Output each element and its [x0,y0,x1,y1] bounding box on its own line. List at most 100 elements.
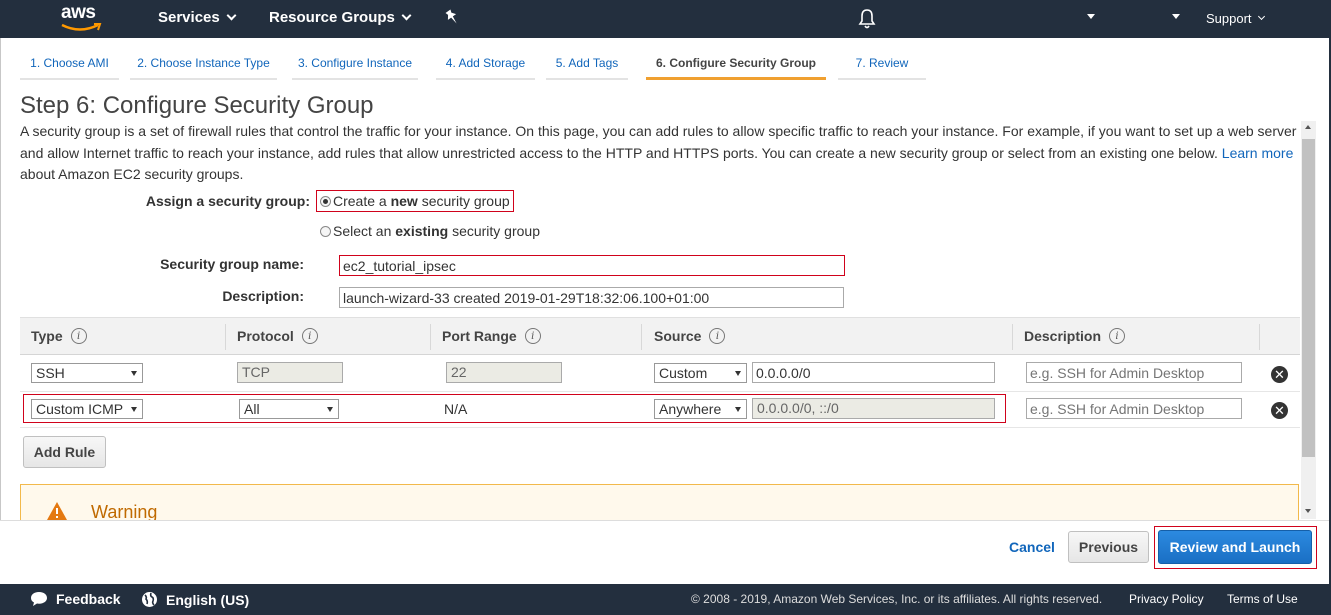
review-and-launch-button[interactable]: Review and Launch [1158,530,1312,564]
feedback-link[interactable]: Feedback [30,591,121,607]
services-menu[interactable]: Services [158,9,237,26]
resource-groups-menu[interactable]: Resource Groups [269,9,412,26]
option-existing-bold: existing [395,223,449,239]
globe-icon [142,592,157,607]
option-existing-suffix: security group [452,223,540,239]
dropdown-arrow-icon [131,371,137,376]
type-select[interactable]: Custom ICMP [31,399,143,419]
services-label: Services [158,9,220,26]
feedback-label: Feedback [56,591,121,607]
account-dropdown-icon[interactable] [1087,14,1095,19]
rule-description-input[interactable] [1026,398,1242,419]
remove-rule-icon[interactable]: ✕ [1271,366,1288,383]
description-tail: about Amazon EC2 security groups. [20,166,244,182]
dropdown-arrow-icon [735,371,741,376]
type-select[interactable]: SSH [31,363,143,383]
radio-create-new-group[interactable]: Create a new security group [316,190,514,212]
warning-box: Warning [20,484,1299,521]
dropdown-arrow-icon [131,407,137,412]
header-description: Description i [1024,328,1126,344]
column-divider [430,324,431,350]
protocol-readonly: TCP [237,362,343,383]
scroll-down-arrow-icon[interactable] [1305,509,1311,513]
column-divider [641,324,642,350]
terms-of-use-link[interactable]: Terms of Use [1227,592,1298,606]
source-cidr-readonly: 0.0.0.0/0, ::/0 [752,398,995,419]
security-group-name-input[interactable] [339,255,845,276]
type-select-value: SSH [36,365,65,381]
pin-icon[interactable] [444,8,460,28]
page-border-left [0,38,1,584]
tab-review[interactable]: 7. Review [838,52,926,80]
header-description-label: Description [1024,328,1102,344]
region-dropdown-icon[interactable] [1172,14,1180,19]
page-description: A security group is a set of firewall ru… [20,121,1310,186]
header-source: Source i [654,328,726,344]
support-menu[interactable]: Support [1206,11,1265,26]
dropdown-arrow-icon [735,407,741,412]
radio-select-existing-group[interactable]: Select an existing security group [320,221,540,241]
row-divider [20,427,1300,428]
option-new-suffix: security group [421,193,510,209]
option-new-bold: new [390,193,418,209]
option-new-prefix: Create a [333,193,387,209]
info-icon[interactable]: i [70,328,87,344]
resource-groups-label: Resource Groups [269,9,395,26]
scrollbar-thumb[interactable] [1302,139,1315,457]
footer: Feedback English (US) © 2008 - 2019, Ama… [0,584,1331,615]
description-input[interactable] [339,287,844,308]
description-text: A security group is a set of firewall ru… [20,123,1297,161]
scroll-up-arrow-icon[interactable] [1305,125,1311,129]
privacy-policy-link[interactable]: Privacy Policy [1129,592,1204,606]
tab-choose-ami[interactable]: 1. Choose AMI [20,52,119,80]
tab-add-tags[interactable]: 5. Add Tags [546,52,628,80]
page-title: Step 6: Configure Security Group [20,92,374,119]
tab-choose-instance-type[interactable]: 2. Choose Instance Type [130,52,277,80]
info-icon[interactable]: i [709,328,726,344]
remove-rule-icon[interactable]: ✕ [1271,402,1288,419]
chevron-down-icon [226,10,237,21]
header-source-label: Source [654,328,702,344]
tab-add-storage[interactable]: 4. Add Storage [436,52,535,80]
add-rule-button[interactable]: Add Rule [23,436,106,468]
radio-button-unselected[interactable] [320,225,331,237]
assign-security-group-label: Assign a security group: [145,193,310,209]
chevron-down-icon [401,10,412,21]
warning-icon [47,502,67,520]
source-mode-value: Custom [659,365,708,381]
tab-configure-security-group[interactable]: 6. Configure Security Group [646,52,826,80]
aws-logo[interactable]: aws [60,2,104,36]
protocol-select[interactable]: All [239,399,339,419]
previous-button[interactable]: Previous [1068,531,1149,563]
speech-bubble-icon [31,592,47,606]
header-protocol: Protocol i [237,328,318,344]
cancel-link[interactable]: Cancel [1009,539,1055,555]
source-cidr-input[interactable] [752,362,995,383]
dropdown-arrow-icon [327,407,333,412]
copyright-text: © 2008 - 2019, Amazon Web Services, Inc.… [691,592,1103,606]
header-type: Type i [31,328,87,344]
source-mode-select[interactable]: Anywhere [654,399,747,419]
port-range-text: N/A [444,401,468,417]
info-icon[interactable]: i [524,328,541,344]
tab-configure-instance[interactable]: 3. Configure Instance [292,52,418,80]
security-group-name-label: Security group name: [160,256,304,272]
rule-description-input[interactable] [1026,362,1242,383]
type-select-value: Custom ICMP [36,401,124,417]
option-existing-prefix: Select an [333,223,392,239]
header-protocol-label: Protocol [237,328,294,344]
header-port-range: Port Range i [442,328,541,344]
support-label: Support [1206,11,1252,26]
header-type-label: Type [31,328,63,344]
source-mode-select[interactable]: Custom [654,363,747,383]
port-range-readonly: 22 [446,362,562,383]
protocol-select-value: All [244,401,260,417]
info-icon[interactable]: i [301,328,318,344]
info-icon[interactable]: i [1109,328,1126,344]
language-label: English (US) [166,591,250,608]
source-mode-value: Anywhere [659,401,722,417]
radio-button-selected[interactable] [320,195,331,207]
bell-icon[interactable] [857,8,877,30]
learn-more-link[interactable]: Learn more [1222,145,1294,161]
language-selector[interactable]: English (US) [141,591,249,608]
